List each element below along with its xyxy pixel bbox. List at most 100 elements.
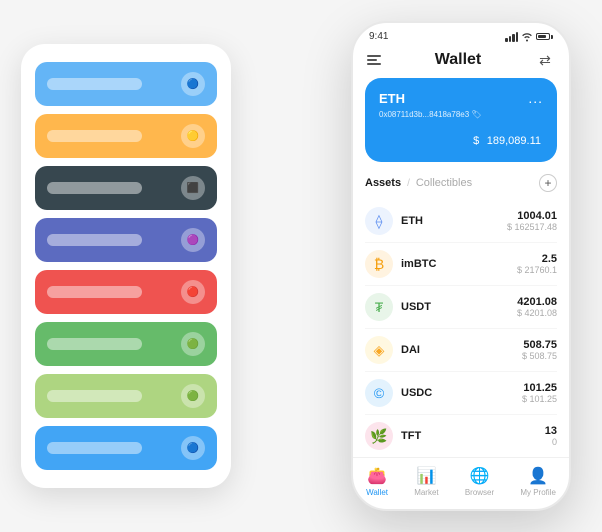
asset-name-dai: DAI — [401, 344, 522, 356]
card-item[interactable]: 🟡 — [35, 114, 217, 158]
asset-icon-usdt: ₮ — [365, 293, 393, 321]
asset-icon-tft: 🌿 — [365, 422, 393, 450]
status-icons — [505, 32, 553, 42]
asset-icon-dai: ◈ — [365, 336, 393, 364]
asset-name-eth: ETH — [401, 215, 507, 227]
assets-tabs: Assets / Collectibles — [365, 177, 472, 189]
add-asset-button[interactable]: + — [539, 174, 557, 192]
asset-amount-eth: 1004.01 — [507, 210, 557, 222]
card-item-icon: 🔴 — [181, 280, 205, 304]
card-item[interactable]: ⬛ — [35, 166, 217, 210]
nav-icon-browser: 🌐 — [470, 466, 490, 486]
card-item-bar — [47, 338, 142, 350]
card-item-bar — [47, 234, 142, 246]
phone-content: ETH ... 0x08711d3b...8418a78e3 🏷 $ 189,0… — [353, 78, 569, 457]
nav-icon-wallet: 👛 — [367, 466, 387, 486]
card-item-bar — [47, 442, 142, 454]
wifi-icon — [521, 32, 533, 42]
nav-icon-market: 📊 — [416, 466, 436, 486]
tab-separator: / — [407, 178, 410, 189]
asset-amount-usdt: 4201.08 — [517, 296, 557, 308]
card-item-icon: 🟢 — [181, 332, 205, 356]
menu-icon[interactable] — [367, 55, 381, 65]
asset-name-tft: TFT — [401, 430, 545, 442]
expand-icon[interactable]: ⇄ — [535, 50, 555, 70]
card-item-icon: 🔵 — [181, 72, 205, 96]
signal-icon — [505, 32, 518, 42]
eth-card-menu[interactable]: ... — [528, 90, 543, 106]
card-stack: 🔵 🟡 ⬛ 🟣 🔴 🟢 🟢 🔵 — [21, 44, 231, 488]
asset-amount-imbtc: 2.5 — [517, 253, 557, 265]
nav-item-wallet[interactable]: 👛 Wallet — [366, 466, 388, 497]
asset-item[interactable]: ⟠ ETH1004.01$ 162517.48 — [365, 200, 557, 243]
bottom-nav: 👛 Wallet 📊 Market 🌐 Browser 👤 My Profile — [353, 457, 569, 509]
asset-name-usdt: USDT — [401, 301, 517, 313]
nav-item-my-profile[interactable]: 👤 My Profile — [520, 466, 556, 497]
phone-header: Wallet ⇄ — [353, 46, 569, 78]
card-item[interactable]: 🔴 — [35, 270, 217, 314]
phone: 9:41 Walle — [351, 21, 571, 511]
card-item[interactable]: 🟣 — [35, 218, 217, 262]
scene: 🔵 🟡 ⬛ 🟣 🔴 🟢 🟢 🔵 9:41 — [21, 21, 581, 511]
asset-usd-usdt: $ 4201.08 — [517, 308, 557, 318]
card-item-bar — [47, 390, 142, 402]
card-item-icon: 🟣 — [181, 228, 205, 252]
asset-balance-dai: 508.75$ 508.75 — [522, 339, 557, 361]
asset-amount-dai: 508.75 — [522, 339, 557, 351]
eth-card-address: 0x08711d3b...8418a78e3 🏷 — [379, 110, 543, 119]
nav-label-browser: Browser — [465, 488, 494, 497]
card-item-bar — [47, 286, 142, 298]
asset-amount-tft: 13 — [545, 425, 557, 437]
card-item-icon: 🔵 — [181, 436, 205, 460]
card-item[interactable]: 🟢 — [35, 322, 217, 366]
card-item[interactable]: 🔵 — [35, 426, 217, 470]
assets-header: Assets / Collectibles + — [365, 174, 557, 192]
asset-list: ⟠ ETH1004.01$ 162517.48 ₿ imBTC2.5$ 21760.1… — [365, 200, 557, 457]
card-item-bar — [47, 130, 142, 142]
asset-item[interactable]: © USDC101.25$ 101.25 — [365, 372, 557, 415]
asset-balance-usdt: 4201.08$ 4201.08 — [517, 296, 557, 318]
nav-item-market[interactable]: 📊 Market — [414, 466, 438, 497]
nav-icon-my-profile: 👤 — [528, 466, 548, 486]
asset-item[interactable]: 🌿 TFT130 — [365, 415, 557, 457]
eth-card-balance: $ 189,089.11 — [379, 127, 543, 150]
card-item-bar — [47, 78, 142, 90]
asset-amount-usdc: 101.25 — [522, 382, 557, 394]
asset-usd-usdc: $ 101.25 — [522, 394, 557, 404]
nav-label-my-profile: My Profile — [520, 488, 556, 497]
tab-collectibles[interactable]: Collectibles — [416, 177, 472, 189]
asset-balance-usdc: 101.25$ 101.25 — [522, 382, 557, 404]
nav-label-wallet: Wallet — [366, 488, 388, 497]
nav-item-browser[interactable]: 🌐 Browser — [465, 466, 494, 497]
eth-card: ETH ... 0x08711d3b...8418a78e3 🏷 $ 189,0… — [365, 78, 557, 162]
page-title: Wallet — [381, 51, 535, 69]
card-item-icon: 🟡 — [181, 124, 205, 148]
asset-balance-tft: 130 — [545, 425, 557, 447]
asset-name-imbtc: imBTC — [401, 258, 517, 270]
asset-item[interactable]: ◈ DAI508.75$ 508.75 — [365, 329, 557, 372]
asset-name-usdc: USDC — [401, 387, 522, 399]
card-item[interactable]: 🔵 — [35, 62, 217, 106]
asset-usd-imbtc: $ 21760.1 — [517, 265, 557, 275]
asset-balance-eth: 1004.01$ 162517.48 — [507, 210, 557, 232]
asset-balance-imbtc: 2.5$ 21760.1 — [517, 253, 557, 275]
card-item[interactable]: 🟢 — [35, 374, 217, 418]
asset-item[interactable]: ₿ imBTC2.5$ 21760.1 — [365, 243, 557, 286]
nav-label-market: Market — [414, 488, 438, 497]
asset-icon-imbtc: ₿ — [365, 250, 393, 278]
asset-usd-tft: 0 — [545, 437, 557, 447]
battery-icon — [536, 33, 553, 40]
time: 9:41 — [369, 31, 388, 42]
card-item-bar — [47, 182, 142, 194]
eth-card-header: ETH ... — [379, 90, 543, 106]
asset-item[interactable]: ₮ USDT4201.08$ 4201.08 — [365, 286, 557, 329]
asset-icon-eth: ⟠ — [365, 207, 393, 235]
asset-usd-eth: $ 162517.48 — [507, 222, 557, 232]
eth-card-symbol: ETH — [379, 91, 405, 106]
status-bar: 9:41 — [353, 23, 569, 46]
card-item-icon: 🟢 — [181, 384, 205, 408]
asset-usd-dai: $ 508.75 — [522, 351, 557, 361]
asset-icon-usdc: © — [365, 379, 393, 407]
card-item-icon: ⬛ — [181, 176, 205, 200]
tab-assets[interactable]: Assets — [365, 177, 401, 189]
